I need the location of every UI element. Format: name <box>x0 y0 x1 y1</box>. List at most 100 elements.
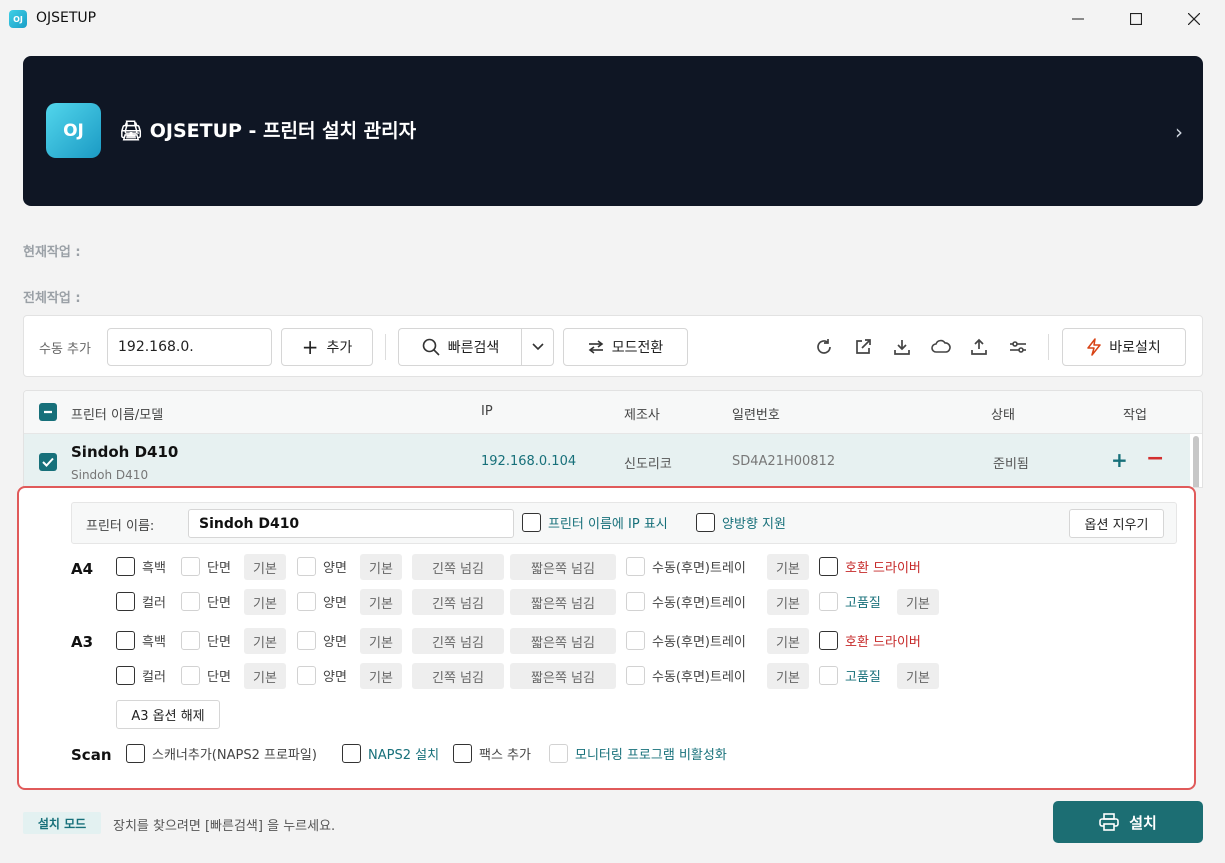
settings-sliders-icon[interactable] <box>1006 335 1030 359</box>
show-ip-checkbox[interactable]: 프린터 이름에 IP 표시 <box>522 513 668 532</box>
a3-color-tray-default[interactable]: 기본 <box>767 663 809 689</box>
download-icon[interactable] <box>890 335 914 359</box>
chevron-right-icon[interactable]: › <box>1175 120 1183 144</box>
a3-color-manual-tray-checkbox[interactable]: 수동(후면)트레이 <box>626 666 746 685</box>
printer-status: 준비됨 <box>993 457 1029 472</box>
quick-search-button[interactable]: 빠른검색 <box>398 328 522 366</box>
a3-color-long-edge[interactable]: 긴쪽 넘김 <box>412 663 504 689</box>
monitor-disable-checkbox[interactable]: 모니터링 프로그램 비활성화 <box>549 744 727 763</box>
a3-section-label: A3 <box>71 633 94 651</box>
a4-mono-duplex-checkbox[interactable]: 양면 <box>297 557 347 576</box>
a3-mono-tray-default[interactable]: 기본 <box>767 628 809 654</box>
a3-release-button[interactable]: A3 옵션 해제 <box>116 700 220 729</box>
chevron-down-icon <box>531 343 544 351</box>
header-status[interactable]: 상태 <box>991 404 1015 423</box>
minus-icon <box>44 410 52 414</box>
a3-mono-duplex-checkbox[interactable]: 양면 <box>297 631 347 650</box>
a4-color-checkbox[interactable]: 컬러 <box>116 592 166 611</box>
printer-icon <box>1099 813 1119 831</box>
a3-color-duplex-default[interactable]: 기본 <box>360 663 402 689</box>
row-checkbox[interactable] <box>39 453 57 471</box>
a3-color-checkbox[interactable]: 컬러 <box>116 666 166 685</box>
divider <box>1048 334 1049 360</box>
a3-mono-long-edge[interactable]: 긴쪽 넘김 <box>412 628 504 654</box>
select-all-checkbox[interactable] <box>39 403 57 421</box>
a3-color-simplex-default[interactable]: 기본 <box>244 663 286 689</box>
scanner-add-checkbox[interactable]: 스캐너추가(NAPS2 프로파일) <box>126 744 317 763</box>
install-button[interactable]: 설치 <box>1053 801 1203 843</box>
a3-high-quality-default[interactable]: 기본 <box>897 663 939 689</box>
clear-options-button[interactable]: 옵션 지우기 <box>1069 509 1164 538</box>
header-maker[interactable]: 제조사 <box>624 404 660 423</box>
minimize-icon <box>1072 18 1084 20</box>
printer-options-panel: 프린터 이름: 프린터 이름에 IP 표시 양방향 지원 옵션 지우기 A4 A… <box>17 486 1196 790</box>
maximize-button[interactable] <box>1110 0 1162 38</box>
printer-name-input[interactable] <box>188 509 514 538</box>
a3-mono-short-edge[interactable]: 짧은쪽 넘김 <box>510 628 616 654</box>
a3-mono-manual-tray-checkbox[interactable]: 수동(후면)트레이 <box>626 631 746 650</box>
a4-mono-short-edge[interactable]: 짧은쪽 넘김 <box>510 554 616 580</box>
a4-color-duplex-default[interactable]: 기본 <box>360 589 402 615</box>
a3-mono-simplex-default[interactable]: 기본 <box>244 628 286 654</box>
a4-color-manual-tray-checkbox[interactable]: 수동(후면)트레이 <box>626 592 746 611</box>
a4-mono-checkbox[interactable]: 흑백 <box>116 557 166 576</box>
lightning-icon <box>1087 338 1101 356</box>
remove-row-button[interactable]: − <box>1146 446 1164 471</box>
printer-table: 프린터 이름/모델 IP 제조사 일련번호 상태 작업 Sindoh D410 … <box>23 390 1203 488</box>
header-name[interactable]: 프린터 이름/모델 <box>71 404 163 423</box>
add-button-label: 추가 <box>326 340 353 356</box>
upload-icon[interactable] <box>967 335 991 359</box>
a4-mono-simplex-checkbox[interactable]: 단면 <box>181 557 231 576</box>
a4-compat-driver-checkbox[interactable]: 호환 드라이버 <box>819 557 921 576</box>
current-task-label: 현재작업 : <box>23 245 81 260</box>
table-row[interactable]: Sindoh D410 Sindoh D410 192.168.0.104 신도… <box>24 434 1190 487</box>
window-title: OJSETUP <box>36 10 97 26</box>
a3-mono-checkbox[interactable]: 흑백 <box>116 631 166 650</box>
a3-mono-duplex-default[interactable]: 기본 <box>360 628 402 654</box>
add-button[interactable]: + 추가 <box>281 328 373 366</box>
header-ip[interactable]: IP <box>481 404 493 419</box>
a3-compat-driver-checkbox[interactable]: 호환 드라이버 <box>819 631 921 650</box>
a4-mono-tray-default[interactable]: 기본 <box>767 554 809 580</box>
minimize-button[interactable] <box>1052 0 1104 38</box>
fax-add-checkbox[interactable]: 팩스 추가 <box>453 744 531 763</box>
mode-badge: 설치 모드 <box>23 812 101 834</box>
refresh-icon[interactable] <box>812 335 836 359</box>
duplex-support-checkbox[interactable]: 양방향 지원 <box>696 513 786 532</box>
header-banner: OJ 🖨 OJSETUP - 프린터 설치 관리자 › <box>23 56 1203 206</box>
a3-mono-simplex-checkbox[interactable]: 단면 <box>181 631 231 650</box>
header-serial[interactable]: 일련번호 <box>732 404 780 423</box>
a4-color-short-edge[interactable]: 짧은쪽 넘김 <box>510 589 616 615</box>
a4-high-quality-checkbox[interactable]: 고품질 <box>819 592 881 611</box>
close-button[interactable] <box>1168 0 1220 38</box>
a4-color-simplex-checkbox[interactable]: 단면 <box>181 592 231 611</box>
a3-color-short-edge[interactable]: 짧은쪽 넘김 <box>510 663 616 689</box>
a4-color-tray-default[interactable]: 기본 <box>767 589 809 615</box>
printer-maker: 신도리코 <box>624 457 672 472</box>
search-dropdown-button[interactable] <box>521 328 554 366</box>
ip-input[interactable] <box>107 328 272 366</box>
quick-install-button[interactable]: 바로설치 <box>1062 328 1186 366</box>
external-link-icon[interactable] <box>851 335 875 359</box>
a4-color-duplex-checkbox[interactable]: 양면 <box>297 592 347 611</box>
a4-mono-simplex-default[interactable]: 기본 <box>244 554 286 580</box>
divider <box>385 334 386 360</box>
a4-color-simplex-default[interactable]: 기본 <box>244 589 286 615</box>
close-icon <box>1188 13 1200 25</box>
a4-mono-long-edge[interactable]: 긴쪽 넘김 <box>412 554 504 580</box>
add-row-button[interactable]: + <box>1111 448 1128 472</box>
mode-switch-button[interactable]: 모드전환 <box>563 328 688 366</box>
maximize-icon <box>1130 13 1142 25</box>
a3-color-duplex-checkbox[interactable]: 양면 <box>297 666 347 685</box>
a4-high-quality-default[interactable]: 기본 <box>897 589 939 615</box>
naps2-install-checkbox[interactable]: NAPS2 설치 <box>342 744 439 763</box>
cloud-icon[interactable] <box>929 335 953 359</box>
search-icon <box>422 338 440 356</box>
a4-color-long-edge[interactable]: 긴쪽 넘김 <box>412 589 504 615</box>
a4-mono-manual-tray-checkbox[interactable]: 수동(후면)트레이 <box>626 557 746 576</box>
scrollbar[interactable] <box>1193 436 1199 487</box>
a3-color-simplex-checkbox[interactable]: 단면 <box>181 666 231 685</box>
a3-high-quality-checkbox[interactable]: 고품질 <box>819 666 881 685</box>
app-icon: OJ <box>9 10 27 28</box>
a4-mono-duplex-default[interactable]: 기본 <box>360 554 402 580</box>
